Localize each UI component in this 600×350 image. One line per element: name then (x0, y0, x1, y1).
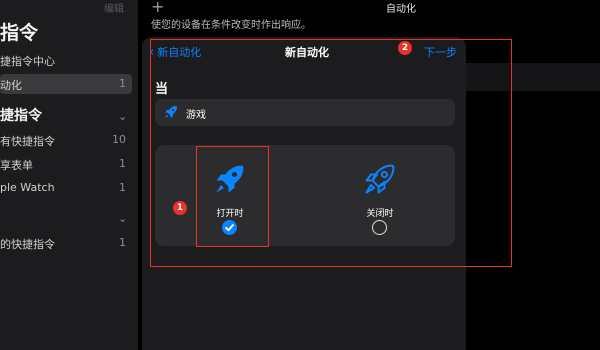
edit-button[interactable]: 编辑 (104, 0, 124, 15)
sidebar-item-all-shortcuts[interactable]: 有快捷指令 10 (0, 130, 132, 150)
sidebar-item-label: 享表单 (0, 159, 33, 172)
sidebar-item-count: 1 (119, 236, 126, 249)
sidebar-item-count: 1 (119, 157, 126, 170)
sidebar-item-label: 有快捷指令 (0, 135, 55, 148)
plus-icon[interactable]: + (151, 0, 164, 16)
sidebar-section-shortcuts[interactable]: 捷指令 (0, 105, 42, 125)
sidebar-item-count: 1 (119, 181, 126, 194)
page-title: 自动化 (386, 4, 416, 15)
sidebar-item-label: 动化 (0, 79, 22, 92)
annotation-badge-1: 1 (173, 201, 187, 215)
chevron-down-icon[interactable]: ⌄ (118, 110, 127, 123)
sidebar: 编辑 指令 捷指令中心 动化 1 捷指令 ⌄ 有快捷指令 10 享表单 1 pl… (0, 0, 138, 350)
sidebar-item-my-shortcuts[interactable]: 的快捷指令 1 (0, 233, 132, 253)
annotation-box-option (196, 146, 269, 247)
sidebar-item-share-sheet[interactable]: 享表单 1 (0, 154, 132, 174)
sidebar-item-gallery[interactable]: 捷指令中心 (0, 50, 132, 70)
sidebar-item-label: 捷指令中心 (0, 55, 55, 68)
annotation-badge-2: 2 (398, 41, 412, 55)
sidebar-item-label: ple Watch (0, 181, 55, 194)
page-description: 使您的设备在条件改变时作出响应。 (151, 20, 311, 31)
sidebar-item-count: 10 (112, 133, 126, 146)
sidebar-item-count: 1 (119, 77, 126, 90)
sidebar-item-label: 的快捷指令 (0, 238, 55, 251)
chevron-down-icon[interactable]: ⌄ (118, 212, 127, 225)
sidebar-item-automation[interactable]: 动化 1 (0, 74, 132, 94)
sidebar-item-apple-watch[interactable]: ple Watch 1 (0, 178, 132, 198)
sidebar-title: 指令 (0, 22, 39, 44)
